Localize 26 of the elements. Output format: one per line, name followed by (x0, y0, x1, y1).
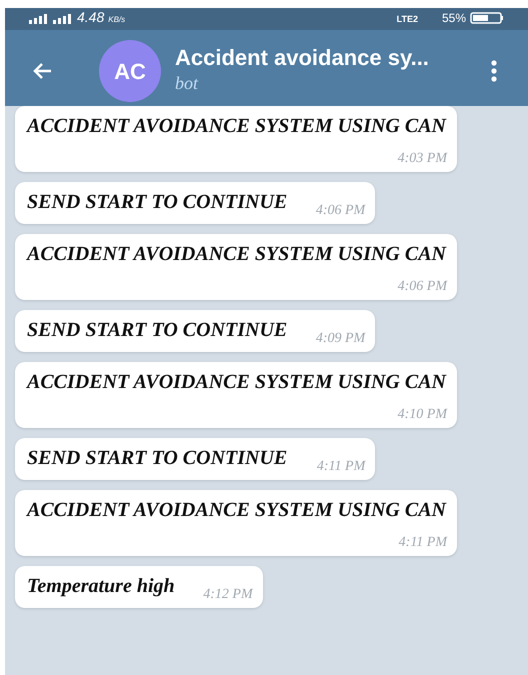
message-time: 4:06 PM (316, 202, 366, 220)
message-text: Temperature high (27, 575, 175, 597)
message-text: ACCIDENT AVOIDANCE SYSTEM USING CAN (27, 499, 446, 521)
speed-unit: KB/s (108, 16, 126, 24)
more-icon (491, 60, 497, 82)
message-time: 4:11 PM (398, 534, 447, 552)
message-time: 4:10 PM (398, 406, 447, 424)
message-time: 4:03 PM (398, 150, 447, 168)
message-time: 4:11 PM (316, 458, 366, 476)
message-text: SEND START TO CONTINUE (27, 191, 288, 213)
battery-icon (470, 12, 504, 24)
chat-title: Accident avoidance sy... (175, 44, 430, 72)
speed-text: 4.48 (77, 10, 104, 24)
message-text: SEND START TO CONTINUE (27, 319, 288, 341)
signal-icon (29, 14, 73, 24)
message-time: 4:12 PM (203, 586, 253, 604)
message-time: 4:09 PM (316, 330, 366, 348)
avatar: AC (99, 40, 161, 102)
message-text: ACCIDENT AVOIDANCE SYSTEM USING CAN (27, 243, 446, 265)
battery-text: 55% (442, 12, 466, 24)
message-time: 4:06 PM (398, 278, 447, 296)
message-text: ACCIDENT AVOIDANCE SYSTEM USING CAN (27, 115, 446, 137)
message-text: SEND START TO CONTINUE (27, 447, 288, 469)
message-text: ACCIDENT AVOIDANCE SYSTEM USING CAN (27, 371, 446, 393)
chat-subtitle: bot (175, 72, 200, 94)
network-text: LTE2 (396, 15, 418, 24)
